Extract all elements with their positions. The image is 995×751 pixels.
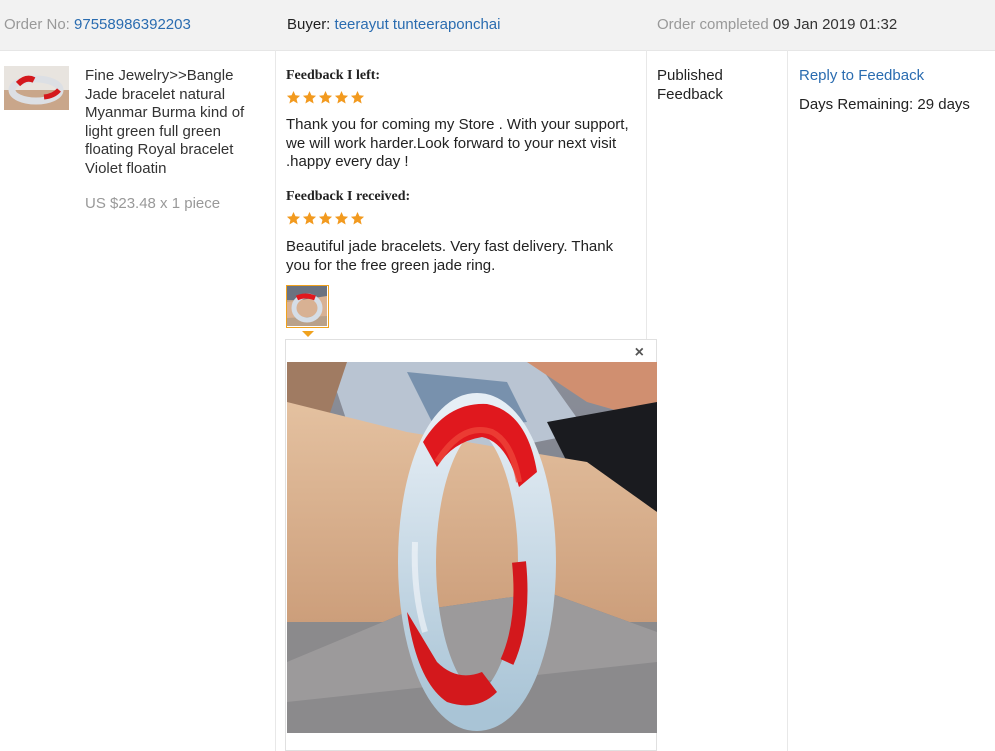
- star-icon: [302, 211, 317, 225]
- star-icon: [318, 211, 333, 225]
- column-divider: [275, 50, 276, 751]
- reply-to-feedback-link[interactable]: Reply to Feedback: [799, 67, 924, 84]
- order-number-link[interactable]: 97558986392203: [74, 16, 191, 33]
- feedback-photo-thumbnail[interactable]: [286, 285, 329, 328]
- feedback-status: Published Feedback: [657, 67, 723, 103]
- star-icon: [286, 90, 301, 104]
- star-icon: [350, 211, 365, 225]
- order-date: 09 Jan 2019 01:32: [772, 16, 898, 33]
- close-icon[interactable]: ×: [635, 344, 644, 362]
- buyer-link[interactable]: teerayut tunteeraponchai: [335, 16, 501, 33]
- star-icon: [318, 90, 333, 104]
- days-remaining: Days Remaining: 29 days: [799, 96, 970, 113]
- star-icon: [302, 90, 317, 104]
- photo-preview-popup: ×: [285, 339, 657, 751]
- feedback-received-text: Beautiful jade bracelets. Very fast deli…: [286, 238, 614, 274]
- star-icon: [350, 90, 365, 104]
- buyer-label: Buyer:: [287, 16, 331, 33]
- caret-down-icon: [302, 331, 314, 337]
- star-icon: [334, 211, 349, 225]
- feedback-left-text: Thank you for coming my Store . With you…: [286, 116, 629, 170]
- feedback-received-title: Feedback I received:: [286, 189, 411, 204]
- product-title[interactable]: Fine Jewelry>>Bangle Jade bracelet natur…: [85, 67, 265, 178]
- buyer: Buyer: teerayut tunteeraponchai: [287, 16, 500, 33]
- order-status: Order completed 09 Jan 2019 01:32: [657, 16, 897, 33]
- product-thumbnail[interactable]: [4, 66, 69, 110]
- star-icon: [286, 211, 301, 225]
- star-icon: [334, 90, 349, 104]
- column-divider: [787, 50, 788, 751]
- feedback-photo-large: [287, 362, 657, 733]
- product-price: US $23.48 x 1 piece: [85, 195, 221, 212]
- order-number: Order No: 97558986392203: [4, 16, 191, 33]
- order-number-label: Order No:: [4, 16, 70, 33]
- feedback-received-stars: [286, 211, 366, 229]
- feedback-left-title: Feedback I left:: [286, 68, 381, 83]
- order-status-label: Order completed: [657, 16, 769, 33]
- feedback-left-stars: [286, 90, 366, 108]
- order-header: Order No: 97558986392203 Buyer: teerayut…: [0, 0, 995, 51]
